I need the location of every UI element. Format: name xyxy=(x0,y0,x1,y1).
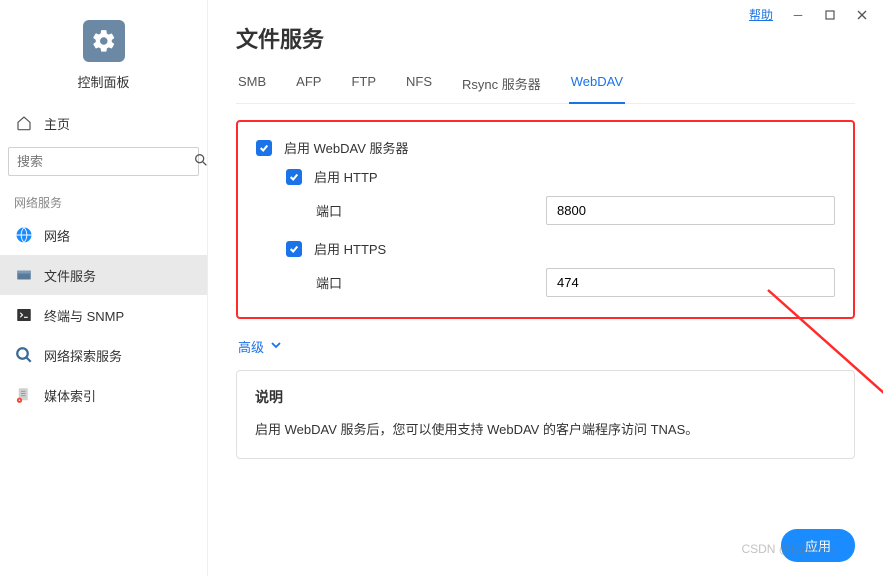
sidebar-item-label: 网络 xyxy=(44,226,70,245)
enable-https-row[interactable]: 启用 HTTPS xyxy=(256,239,835,258)
tab-rsync[interactable]: Rsync 服务器 xyxy=(460,70,543,103)
app-label: 控制面板 xyxy=(77,72,129,91)
search-input[interactable] xyxy=(17,154,193,169)
home-icon xyxy=(14,113,34,133)
checkbox-enable-https[interactable] xyxy=(286,241,302,257)
http-port-row: 端口 xyxy=(256,196,835,225)
https-port-label: 端口 xyxy=(316,273,546,292)
tab-smb[interactable]: SMB xyxy=(236,70,268,103)
tab-afp[interactable]: AFP xyxy=(294,70,323,103)
checkbox-enable-webdav[interactable] xyxy=(256,140,272,156)
sidebar-item-network[interactable]: 网络 xyxy=(0,215,207,255)
enable-webdav-row[interactable]: 启用 WebDAV 服务器 xyxy=(256,138,835,157)
document-icon xyxy=(14,385,34,405)
home-label: 主页 xyxy=(44,114,70,133)
enable-https-label: 启用 HTTPS xyxy=(314,239,386,258)
checkbox-enable-http[interactable] xyxy=(286,169,302,185)
sidebar-item-label: 文件服务 xyxy=(44,266,96,285)
sidebar-item-discovery[interactable]: 网络探索服务 xyxy=(0,335,207,375)
sidebar-item-terminal-snmp[interactable]: 终端与 SNMP xyxy=(0,295,207,335)
section-network-services: 网络服务 xyxy=(0,186,207,215)
info-title: 说明 xyxy=(255,387,836,407)
app-logo-area: 控制面板 xyxy=(0,10,207,103)
sidebar-item-label: 终端与 SNMP xyxy=(44,306,124,325)
sidebar-item-label: 媒体索引 xyxy=(44,386,96,405)
tabs: SMB AFP FTP NFS Rsync 服务器 WebDAV xyxy=(236,70,855,104)
enable-http-row[interactable]: 启用 HTTP xyxy=(256,167,835,186)
webdav-settings-box: 启用 WebDAV 服务器 启用 HTTP 端口 启用 HTTPS 端口 xyxy=(236,120,855,319)
sidebar: 控制面板 主页 网络服务 网络 文件服务 xyxy=(0,0,208,576)
https-port-row: 端口 xyxy=(256,268,835,297)
http-port-label: 端口 xyxy=(316,201,546,220)
page-title: 文件服务 xyxy=(236,22,855,54)
sidebar-item-file-services[interactable]: 文件服务 xyxy=(0,255,207,295)
https-port-input[interactable] xyxy=(546,268,835,297)
search-box[interactable] xyxy=(8,147,199,176)
sidebar-item-media-index[interactable]: 媒体索引 xyxy=(0,375,207,415)
terminal-icon xyxy=(14,305,34,325)
enable-webdav-label: 启用 WebDAV 服务器 xyxy=(284,138,408,157)
magnify-icon xyxy=(14,345,34,365)
info-box: 说明 启用 WebDAV 服务后，您可以使用支持 WebDAV 的客户端程序访问… xyxy=(236,370,855,459)
home-nav[interactable]: 主页 xyxy=(0,103,207,143)
info-text: 启用 WebDAV 服务后，您可以使用支持 WebDAV 的客户端程序访问 TN… xyxy=(255,419,836,438)
http-port-input[interactable] xyxy=(546,196,835,225)
apply-button[interactable]: 应用 xyxy=(781,529,855,562)
gear-icon xyxy=(83,20,125,62)
sidebar-item-label: 网络探索服务 xyxy=(44,346,122,365)
enable-http-label: 启用 HTTP xyxy=(314,167,378,186)
share-icon xyxy=(14,265,34,285)
globe-icon xyxy=(14,225,34,245)
tab-webdav[interactable]: WebDAV xyxy=(569,70,625,104)
chevron-down-icon xyxy=(270,339,282,354)
tab-ftp[interactable]: FTP xyxy=(349,70,378,103)
advanced-toggle[interactable]: 高级 xyxy=(238,337,855,356)
advanced-label: 高级 xyxy=(238,337,264,356)
tab-nfs[interactable]: NFS xyxy=(404,70,434,103)
search-icon xyxy=(193,152,209,171)
main-panel: 文件服务 SMB AFP FTP NFS Rsync 服务器 WebDAV 启用… xyxy=(208,0,883,576)
